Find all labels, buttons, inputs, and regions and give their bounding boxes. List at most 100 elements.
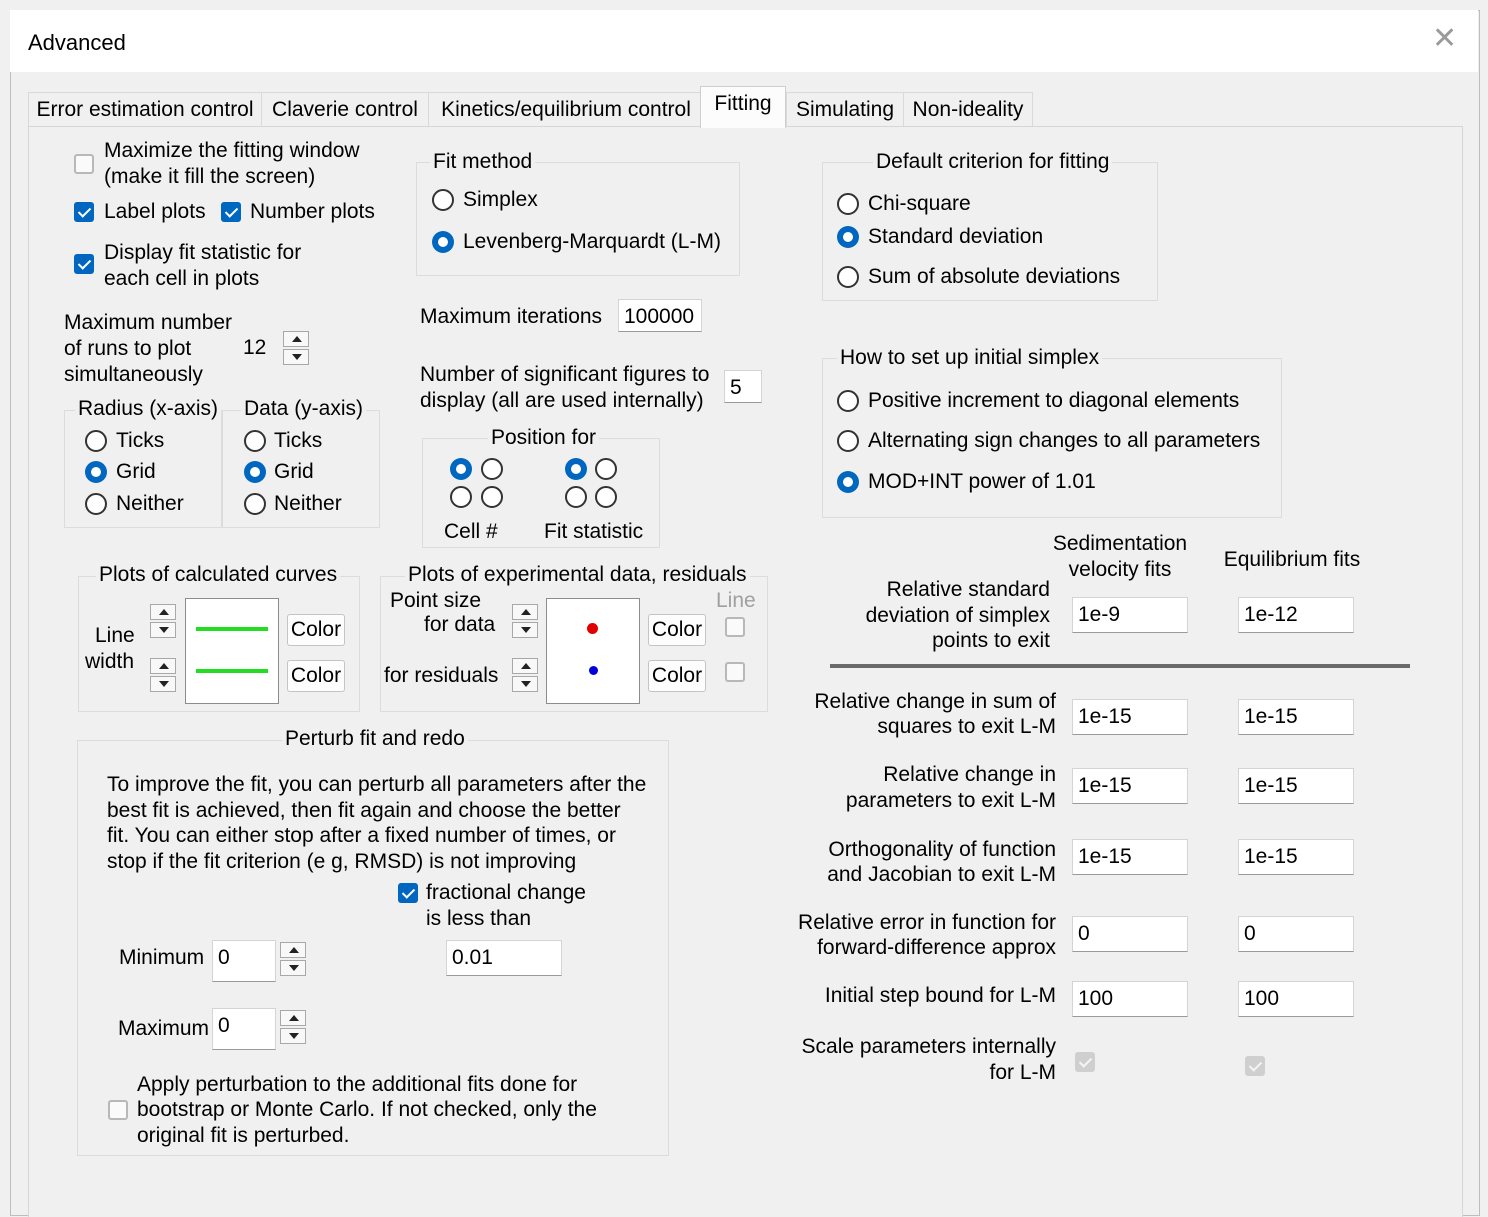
lm-radio[interactable] [432, 231, 454, 253]
data-grid-radio[interactable] [244, 461, 266, 483]
radius-grid-label: Grid [116, 460, 156, 483]
sig-figs-field[interactable]: 5 [724, 370, 762, 403]
scale-params-eq-checkbox[interactable] [1245, 1056, 1265, 1076]
window-title: Advanced [28, 30, 126, 55]
curve-color-button-1[interactable]: Color [287, 614, 345, 646]
separator-line [830, 664, 1410, 668]
radius-ticks-label: Ticks [116, 429, 165, 452]
residual-color-button[interactable]: Color [648, 660, 706, 692]
data-ticks-radio[interactable] [244, 430, 266, 452]
alternating-sign-label: Alternating sign changes to all paramete… [868, 429, 1261, 452]
data-grid-label: Grid [274, 460, 314, 483]
alternating-sign-radio[interactable] [837, 430, 859, 452]
simplex-exit-sv-field[interactable]: 1e-9 [1072, 597, 1188, 633]
forward-diff-sv-field[interactable]: 0 [1072, 916, 1188, 952]
step-bound-eq-field[interactable]: 100 [1238, 981, 1354, 1017]
row-sum-squares-label: Relative change in sum of [814, 690, 1056, 713]
residual-point-size-stepper[interactable] [512, 658, 540, 694]
tab-error-estimation[interactable]: Error estimation control [28, 92, 262, 127]
fractional-change-field[interactable]: 0.01 [446, 940, 562, 976]
minimum-stepper[interactable] [280, 942, 308, 978]
row-param-change-label: Relative change in [883, 763, 1056, 786]
curve-line-1 [196, 627, 268, 631]
chi-square-radio[interactable] [837, 193, 859, 215]
cell-position-top-left-radio[interactable] [450, 458, 472, 480]
std-dev-radio[interactable] [837, 226, 859, 248]
cell-position-bottom-right-radio[interactable] [481, 486, 503, 508]
line-width-label-2: width [85, 650, 135, 673]
sig-figs-label: Number of significant figures to [420, 363, 710, 386]
tab-claverie[interactable]: Claverie control [261, 92, 429, 127]
fit-method-group [416, 162, 740, 276]
simplex-radio[interactable] [432, 189, 454, 211]
stat-position-top-right-radio[interactable] [595, 458, 617, 480]
cell-position-top-right-radio[interactable] [481, 458, 503, 480]
abs-dev-label: Sum of absolute deviations [868, 265, 1121, 288]
display-stat-checkbox[interactable] [74, 254, 94, 274]
data-point-marker [587, 623, 598, 634]
stat-position-top-left-radio[interactable] [565, 458, 587, 480]
max-runs-stepper[interactable] [283, 331, 311, 367]
title-bar [10, 10, 1478, 72]
minimum-field[interactable]: 0 [212, 940, 276, 982]
maximum-field[interactable]: 0 [212, 1008, 276, 1050]
mod-int-radio[interactable] [837, 471, 859, 493]
tab-kinetics[interactable]: Kinetics/equilibrium control [428, 92, 704, 127]
data-ticks-label: Ticks [274, 429, 323, 452]
forward-diff-eq-field[interactable]: 0 [1238, 916, 1354, 952]
row-scale-params-label: Scale parameters internally [801, 1035, 1056, 1058]
data-neither-radio[interactable] [244, 493, 266, 515]
param-change-sv-field[interactable]: 1e-15 [1072, 768, 1188, 804]
row-simplex-exit-label-2: deviation of simplex [865, 604, 1050, 627]
sv-column-header-2: velocity fits [1068, 558, 1172, 581]
perturb-title: Perturb fit and redo [282, 727, 468, 751]
tab-non-ideality[interactable]: Non-ideality [903, 92, 1033, 127]
maximize-label-2: (make it fill the screen) [104, 165, 316, 188]
line-column-label: Line [716, 589, 756, 612]
data-point-size-stepper[interactable] [512, 604, 540, 640]
positive-increment-radio[interactable] [837, 390, 859, 412]
sum-squares-sv-field[interactable]: 1e-15 [1072, 699, 1188, 735]
orthogonality-eq-field[interactable]: 1e-15 [1238, 839, 1354, 875]
simplex-exit-eq-field[interactable]: 1e-12 [1238, 597, 1354, 633]
row-simplex-exit-label-3: points to exit [932, 629, 1050, 652]
scale-params-sv-checkbox[interactable] [1075, 1052, 1095, 1072]
step-bound-sv-field[interactable]: 100 [1072, 981, 1188, 1017]
abs-dev-radio[interactable] [837, 266, 859, 288]
perturb-description-2: best fit is achieved, then fit again and… [107, 799, 621, 822]
param-change-eq-field[interactable]: 1e-15 [1238, 768, 1354, 804]
display-stat-label: Display fit statistic for [104, 241, 302, 264]
maximize-checkbox[interactable] [74, 154, 94, 174]
sv-column-header: Sedimentation [1052, 532, 1188, 555]
max-iterations-label: Maximum iterations [420, 305, 603, 328]
close-icon[interactable]: ✕ [1432, 24, 1457, 54]
minimum-label: Minimum [119, 946, 205, 969]
data-line-checkbox[interactable] [725, 617, 745, 637]
radius-grid-radio[interactable] [85, 461, 107, 483]
apply-perturbation-checkbox[interactable] [108, 1100, 128, 1120]
tab-fitting[interactable]: Fitting [700, 86, 786, 128]
stat-position-bottom-right-radio[interactable] [595, 486, 617, 508]
data-group-title: Data (y-axis) [241, 397, 367, 421]
sig-figs-label-2: display (all are used internally) [420, 389, 704, 412]
data-color-button[interactable]: Color [648, 614, 706, 646]
max-runs-field[interactable]: 12 [238, 331, 282, 367]
simplex-label: Simplex [463, 188, 538, 211]
curve-color-button-2[interactable]: Color [287, 660, 345, 692]
fractional-change-checkbox[interactable] [398, 883, 418, 903]
max-iterations-field[interactable]: 100000 [618, 299, 702, 332]
curve-width-stepper-2[interactable] [150, 658, 178, 694]
radius-neither-radio[interactable] [85, 493, 107, 515]
curve-width-stepper-1[interactable] [150, 604, 178, 640]
cell-position-bottom-left-radio[interactable] [450, 486, 472, 508]
maximum-stepper[interactable] [280, 1010, 308, 1046]
tab-simulating[interactable]: Simulating [786, 92, 904, 127]
residual-line-checkbox[interactable] [725, 662, 745, 682]
row-orthogonality-label: Orthogonality of function [828, 838, 1056, 861]
number-plots-checkbox[interactable] [221, 202, 241, 222]
label-plots-checkbox[interactable] [74, 202, 94, 222]
sum-squares-eq-field[interactable]: 1e-15 [1238, 699, 1354, 735]
orthogonality-sv-field[interactable]: 1e-15 [1072, 839, 1188, 875]
stat-position-bottom-left-radio[interactable] [565, 486, 587, 508]
radius-ticks-radio[interactable] [85, 430, 107, 452]
